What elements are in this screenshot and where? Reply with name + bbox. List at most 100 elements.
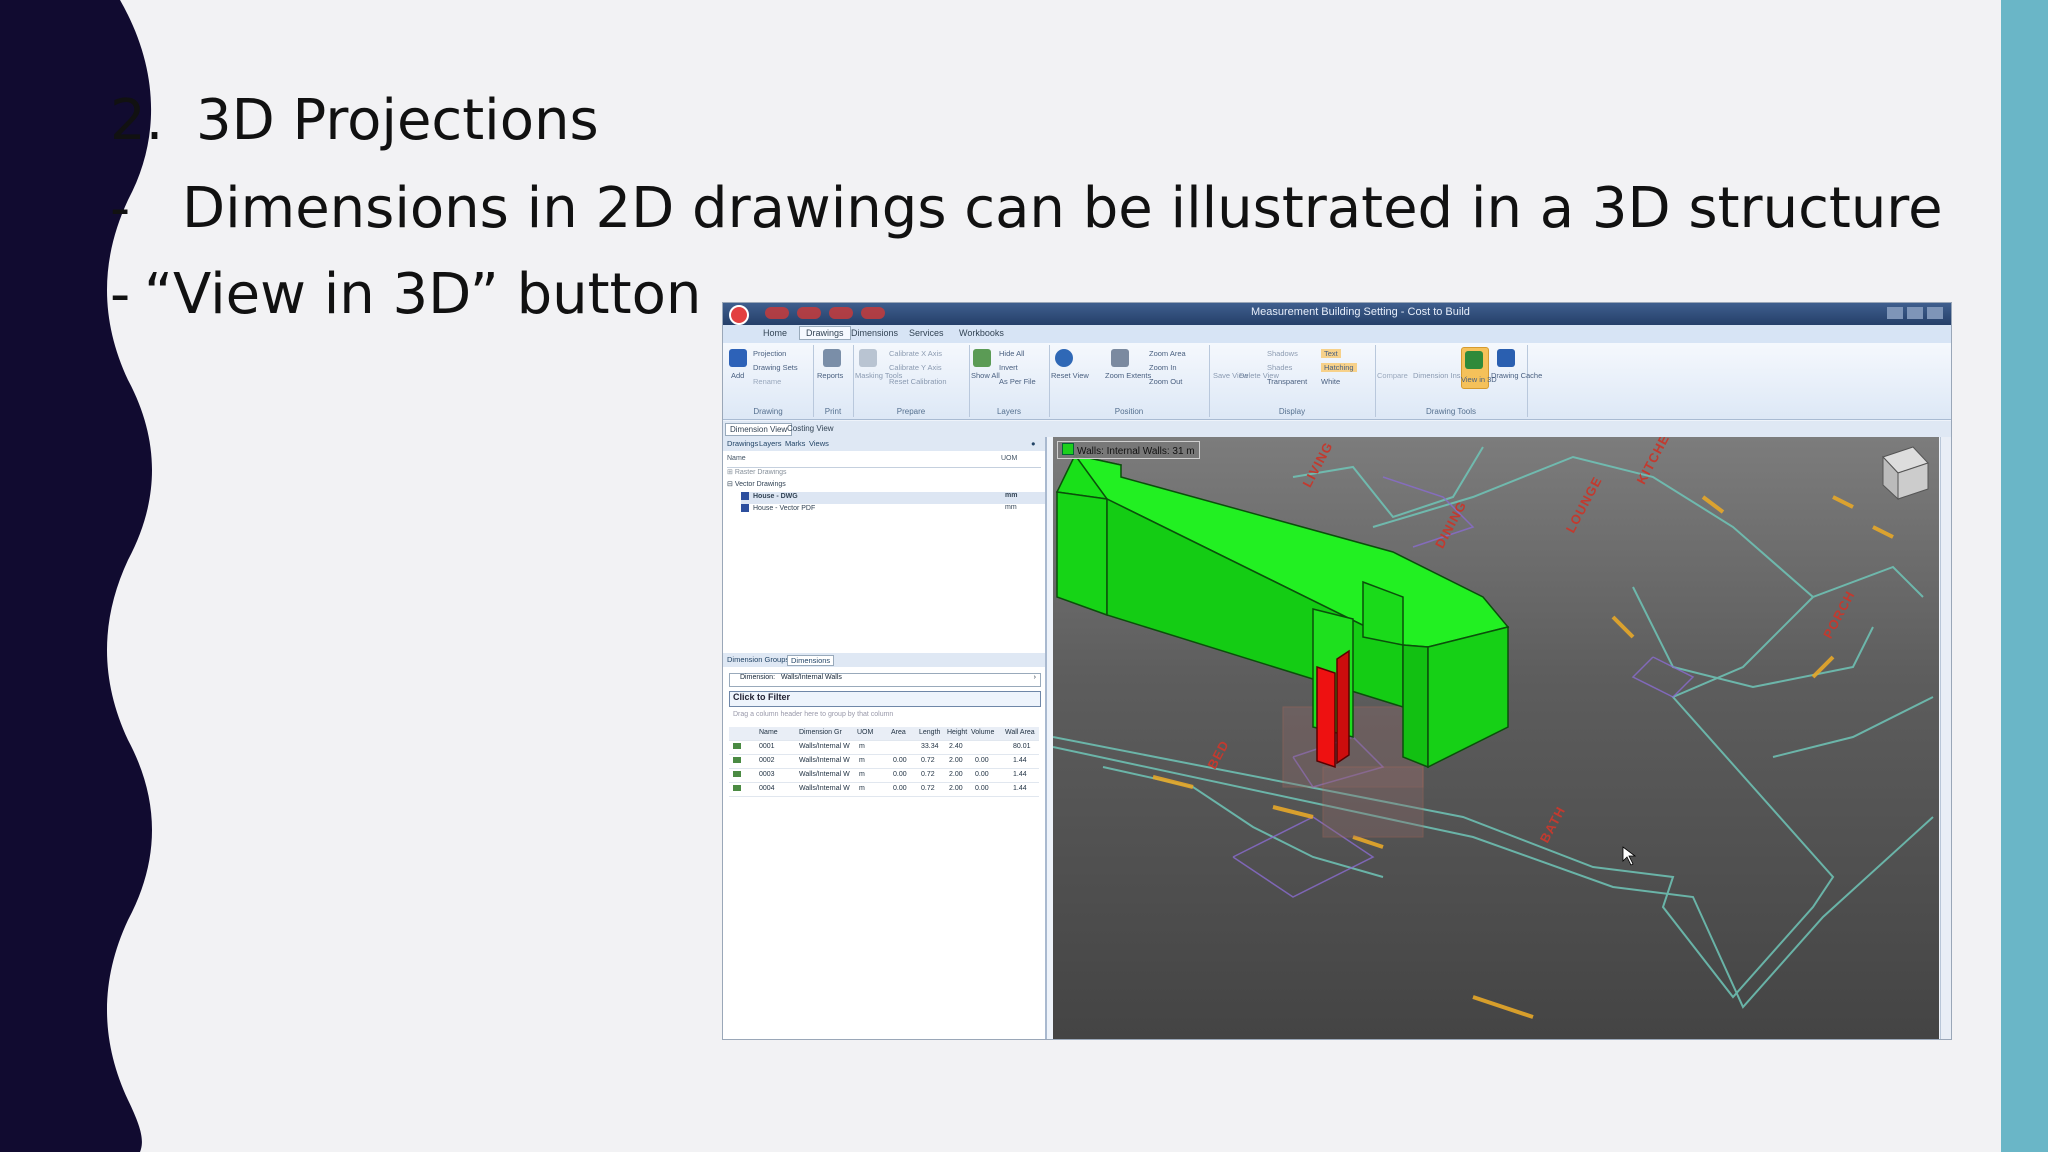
tab-dimensions[interactable]: Dimensions — [851, 328, 898, 338]
cell-length: 0.72 — [921, 785, 935, 792]
save-icon[interactable] — [765, 307, 789, 319]
reset-view-button[interactable]: Reset View — [1051, 371, 1089, 380]
table-row[interactable]: 0002 Walls/Internal W m 0.00 0.72 2.00 0… — [729, 755, 1039, 769]
pin-icon[interactable]: ● — [1031, 439, 1036, 448]
print-icon[interactable] — [861, 307, 885, 319]
table-row[interactable]: 0003 Walls/Internal W m 0.00 0.72 2.00 0… — [729, 769, 1039, 783]
zoom-extents-button[interactable]: Zoom Extents — [1105, 371, 1151, 380]
cell-uom: m — [859, 785, 865, 792]
reports-button[interactable]: Reports — [817, 371, 843, 380]
undo-icon[interactable] — [797, 307, 821, 319]
drawing-cache-icon[interactable] — [1497, 349, 1515, 367]
minimize-icon[interactable] — [1887, 307, 1903, 319]
bullet-view-in-3d: - “View in 3D” button — [110, 262, 701, 327]
tab-workbooks[interactable]: Workbooks — [959, 328, 1004, 338]
tree-item-drawing[interactable]: House - DWG mm — [741, 492, 1045, 504]
hatching-toggle[interactable]: Hatching — [1321, 363, 1357, 372]
document-tabs: Dimension View Costing View — [723, 421, 1951, 437]
group-label: Print — [824, 407, 842, 416]
show-all-button[interactable]: Show All — [971, 371, 1000, 380]
hide-all-button[interactable]: Hide All — [999, 349, 1024, 358]
zoom-extents-icon[interactable] — [1111, 349, 1129, 367]
dimensions-grid: Name Dimension Gr UOM Area Length Height… — [729, 727, 1039, 797]
tree-item-label: House - Vector PDF — [753, 504, 816, 512]
tree-node-vector[interactable]: ⊟ Vector Drawings — [727, 480, 1045, 492]
zoom-in-button[interactable]: Zoom In — [1149, 363, 1177, 372]
shadows-button[interactable]: Shadows — [1267, 349, 1298, 358]
tree-col-name[interactable]: Name — [727, 455, 746, 462]
dimension-filter-select[interactable]: Dimension: Walls/Internal Walls › — [729, 673, 1041, 687]
table-row[interactable]: 0001 Walls/Internal W m 33.34 2.40 80.01 — [729, 741, 1039, 755]
table-row[interactable]: 0004 Walls/Internal W m 0.00 0.72 2.00 0… — [729, 783, 1039, 797]
tree-item-drawing[interactable]: House - Vector PDF mm — [741, 504, 1045, 516]
tab-home[interactable]: Home — [763, 328, 787, 338]
tree-col-uom[interactable]: UOM — [1001, 455, 1017, 462]
grid-col-length[interactable]: Length — [919, 729, 940, 736]
text-toggle[interactable]: Text — [1321, 349, 1341, 358]
maximize-icon[interactable] — [1907, 307, 1923, 319]
click-to-filter-bar[interactable]: Click to Filter — [729, 691, 1041, 707]
close-icon[interactable] — [1927, 307, 1943, 319]
ribbon: Add Projection Drawing Sets Rename Drawi… — [723, 343, 1951, 420]
tree-node-label: Raster Drawings — [734, 469, 787, 476]
reset-view-icon[interactable] — [1055, 349, 1073, 367]
white-toggle[interactable]: White — [1321, 377, 1340, 386]
viewport-scrollbar[interactable] — [1940, 437, 1951, 1039]
drawing-cache-button[interactable]: Drawing Cache — [1491, 371, 1542, 380]
redo-icon[interactable] — [829, 307, 853, 319]
grid-col-height[interactable]: Height — [947, 729, 967, 736]
tab-dimensions[interactable]: Dimensions — [787, 655, 835, 666]
app-logo-icon[interactable] — [729, 305, 749, 325]
add-drawing-icon[interactable] — [729, 349, 747, 367]
calibrate-y-button[interactable]: Calibrate Y Axis — [889, 363, 942, 372]
drawing-sets-button[interactable]: Drawing Sets — [753, 363, 798, 372]
app-titlebar: Measurement Building Setting - Cost to B… — [723, 303, 1951, 325]
shades-button[interactable]: Shades — [1267, 363, 1292, 372]
tab-services[interactable]: Services — [909, 328, 944, 338]
zoom-area-button[interactable]: Zoom Area — [1149, 349, 1186, 358]
panel-tabs: Drawings Layers Marks Views ● — [723, 437, 1045, 451]
grid-col-uom[interactable]: UOM — [857, 729, 873, 736]
left-wave-decoration — [0, 0, 152, 1152]
tab-panel-layers[interactable]: Layers — [759, 439, 782, 448]
add-button[interactable]: Add — [731, 371, 744, 380]
tree-item-uom: mm — [1005, 492, 1018, 499]
reset-calibration-button[interactable]: Reset Calibration — [889, 377, 947, 386]
tab-panel-marks[interactable]: Marks — [785, 439, 805, 448]
group-label: Drawing Tools — [1425, 407, 1477, 416]
view-cube-icon[interactable] — [1882, 446, 1929, 501]
grid-header-row: Name Dimension Gr UOM Area Length Height… — [729, 727, 1039, 741]
reports-icon[interactable] — [823, 349, 841, 367]
view-in-3d-icon[interactable] — [1465, 351, 1483, 369]
show-all-icon[interactable] — [973, 349, 991, 367]
calibrate-x-button[interactable]: Calibrate X Axis — [889, 349, 942, 358]
cell-area: 0.00 — [893, 771, 907, 778]
tab-panel-views[interactable]: Views — [809, 439, 829, 448]
grid-col-area[interactable]: Area — [891, 729, 906, 736]
transparent-button[interactable]: Transparent — [1267, 377, 1307, 386]
zoom-out-button[interactable]: Zoom Out — [1149, 377, 1182, 386]
masking-tools-icon[interactable] — [859, 349, 877, 367]
cell-wall-area: 1.44 — [1013, 757, 1027, 764]
tab-drawings[interactable]: Drawings — [799, 326, 851, 340]
group-label: Position — [1114, 407, 1144, 416]
chevron-down-icon[interactable]: › — [1034, 674, 1036, 681]
cell-height: 2.00 — [949, 771, 963, 778]
tree-node-raster[interactable]: ⊞ Raster Drawings — [727, 468, 1045, 480]
projection-button[interactable]: Projection — [753, 349, 786, 358]
compare-button[interactable]: Compare — [1377, 371, 1408, 380]
3d-model-canvas[interactable] — [1053, 437, 1939, 1039]
as-per-file-button[interactable]: As Per File — [999, 377, 1036, 386]
grid-col-name[interactable]: Name — [759, 729, 778, 736]
grid-col-wall-area[interactable]: Wall Area — [1005, 729, 1035, 736]
invert-button[interactable]: Invert — [999, 363, 1018, 372]
grid-col-volume[interactable]: Volume — [971, 729, 994, 736]
mouse-cursor-icon — [1622, 846, 1637, 866]
rename-button[interactable]: Rename — [753, 377, 781, 386]
3d-viewport[interactable]: Walls: Internal Walls: 31 m LIVING LOUNG… — [1053, 437, 1939, 1039]
dimension-icon — [733, 771, 743, 779]
grid-col-dimension-group[interactable]: Dimension Gr — [799, 729, 842, 736]
tab-panel-drawings[interactable]: Drawings — [727, 439, 758, 448]
tab-dimension-groups[interactable]: Dimension Groups — [727, 655, 789, 664]
tab-costing-view[interactable]: Costing View — [783, 423, 838, 434]
